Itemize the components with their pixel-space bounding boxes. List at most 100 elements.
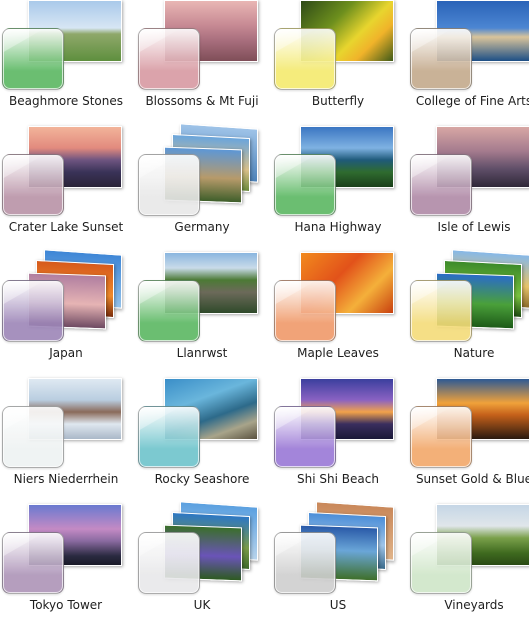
theme-thumbnail bbox=[0, 126, 132, 218]
swatch-gloss bbox=[3, 407, 63, 448]
theme-thumbnail bbox=[136, 123, 268, 218]
swatch-gloss bbox=[3, 533, 63, 574]
window-color-swatch bbox=[274, 532, 336, 594]
theme-name-label: Rocky Seashore bbox=[154, 472, 250, 486]
theme-tile[interactable]: Shi Shi Beach bbox=[272, 378, 404, 504]
window-color-swatch bbox=[410, 154, 472, 216]
theme-name-label: Isle of Lewis bbox=[437, 220, 511, 234]
window-color-swatch bbox=[2, 280, 64, 342]
swatch-gloss bbox=[275, 407, 335, 448]
theme-name-label: Japan bbox=[49, 346, 83, 360]
swatch-gloss bbox=[3, 155, 63, 196]
theme-tile[interactable]: Butterfly bbox=[272, 0, 404, 126]
swatch-gloss bbox=[139, 281, 199, 322]
theme-name-label: Vineyards bbox=[444, 598, 504, 612]
theme-tile[interactable]: Vineyards bbox=[408, 504, 529, 630]
window-color-swatch bbox=[410, 406, 472, 468]
theme-name-label: Hana Highway bbox=[294, 220, 382, 234]
theme-thumbnail bbox=[136, 378, 268, 470]
window-color-swatch bbox=[138, 406, 200, 468]
theme-thumbnail bbox=[272, 252, 404, 344]
swatch-gloss bbox=[411, 155, 471, 196]
theme-thumbnail bbox=[0, 0, 132, 92]
window-color-swatch bbox=[2, 154, 64, 216]
theme-tile[interactable]: Japan bbox=[0, 249, 132, 378]
theme-tile[interactable]: Sunset Gold & Blue bbox=[408, 378, 529, 504]
window-color-swatch bbox=[2, 28, 64, 90]
theme-name-label: Maple Leaves bbox=[297, 346, 379, 360]
swatch-gloss bbox=[139, 29, 199, 70]
window-color-swatch bbox=[2, 406, 64, 468]
theme-tile[interactable]: US bbox=[272, 501, 404, 630]
swatch-gloss bbox=[139, 407, 199, 448]
theme-tile[interactable]: Hana Highway bbox=[272, 126, 404, 252]
theme-name-label: Shi Shi Beach bbox=[297, 472, 379, 486]
swatch-gloss bbox=[139, 155, 199, 196]
swatch-gloss bbox=[411, 281, 471, 322]
window-color-swatch bbox=[410, 532, 472, 594]
window-color-swatch bbox=[138, 532, 200, 594]
theme-tile[interactable]: UK bbox=[136, 501, 268, 630]
theme-thumbnail bbox=[136, 252, 268, 344]
theme-name-label: Sunset Gold & Blue bbox=[415, 472, 529, 486]
theme-tile[interactable]: Germany bbox=[136, 123, 268, 252]
window-color-swatch bbox=[274, 154, 336, 216]
theme-thumbnail bbox=[0, 378, 132, 470]
window-color-swatch bbox=[410, 28, 472, 90]
theme-name-label: Beaghmore Stones bbox=[9, 94, 123, 108]
theme-tile[interactable]: Niers Niederrhein bbox=[0, 378, 132, 504]
theme-name-label: Niers Niederrhein bbox=[13, 472, 119, 486]
theme-name-label: Butterfly bbox=[311, 94, 365, 108]
theme-name-label: College of Fine Arts bbox=[415, 94, 529, 108]
theme-tile[interactable]: Maple Leaves bbox=[272, 252, 404, 378]
theme-name-label: Crater Lake Sunset bbox=[8, 220, 124, 234]
theme-tile[interactable]: Isle of Lewis bbox=[408, 126, 529, 252]
theme-tile[interactable]: Llanrwst bbox=[136, 252, 268, 378]
theme-name-label: US bbox=[329, 598, 347, 612]
theme-name-label: Germany bbox=[174, 220, 230, 234]
window-color-swatch bbox=[274, 28, 336, 90]
theme-thumbnail bbox=[136, 0, 268, 92]
window-color-swatch bbox=[138, 154, 200, 216]
theme-thumbnail bbox=[0, 249, 132, 344]
theme-thumbnail bbox=[272, 501, 404, 596]
theme-tile[interactable]: Nature bbox=[408, 249, 529, 378]
theme-tile[interactable]: Rocky Seashore bbox=[136, 378, 268, 504]
theme-thumbnail bbox=[272, 126, 404, 218]
theme-thumbnail bbox=[408, 504, 529, 596]
theme-tile[interactable]: Blossoms & Mt Fuji bbox=[136, 0, 268, 126]
swatch-gloss bbox=[411, 533, 471, 574]
theme-thumbnail bbox=[408, 0, 529, 92]
swatch-gloss bbox=[411, 29, 471, 70]
swatch-gloss bbox=[139, 533, 199, 574]
swatch-gloss bbox=[275, 281, 335, 322]
theme-tile[interactable]: Crater Lake Sunset bbox=[0, 126, 132, 252]
window-color-swatch bbox=[138, 28, 200, 90]
theme-tile[interactable]: College of Fine Arts bbox=[408, 0, 529, 126]
theme-thumbnail bbox=[408, 249, 529, 344]
swatch-gloss bbox=[3, 281, 63, 322]
theme-thumbnail bbox=[272, 0, 404, 92]
theme-name-label: Blossoms & Mt Fuji bbox=[145, 94, 259, 108]
window-color-swatch bbox=[138, 280, 200, 342]
swatch-gloss bbox=[275, 29, 335, 70]
theme-gallery: Beaghmore Stones Blossoms & Mt Fuji Butter… bbox=[0, 0, 529, 617]
theme-tile[interactable]: Tokyo Tower bbox=[0, 504, 132, 630]
theme-name-label: Llanrwst bbox=[176, 346, 228, 360]
swatch-gloss bbox=[3, 29, 63, 70]
theme-name-label: UK bbox=[193, 598, 211, 612]
theme-name-label: Tokyo Tower bbox=[29, 598, 103, 612]
swatch-gloss bbox=[275, 155, 335, 196]
theme-name-label: Nature bbox=[453, 346, 495, 360]
window-color-swatch bbox=[2, 532, 64, 594]
window-color-swatch bbox=[274, 406, 336, 468]
theme-thumbnail bbox=[408, 378, 529, 470]
window-color-swatch bbox=[274, 280, 336, 342]
swatch-gloss bbox=[411, 407, 471, 448]
theme-thumbnail bbox=[408, 126, 529, 218]
theme-thumbnail bbox=[272, 378, 404, 470]
window-color-swatch bbox=[410, 280, 472, 342]
theme-tile[interactable]: Beaghmore Stones bbox=[0, 0, 132, 126]
swatch-gloss bbox=[275, 533, 335, 574]
theme-thumbnail bbox=[136, 501, 268, 596]
